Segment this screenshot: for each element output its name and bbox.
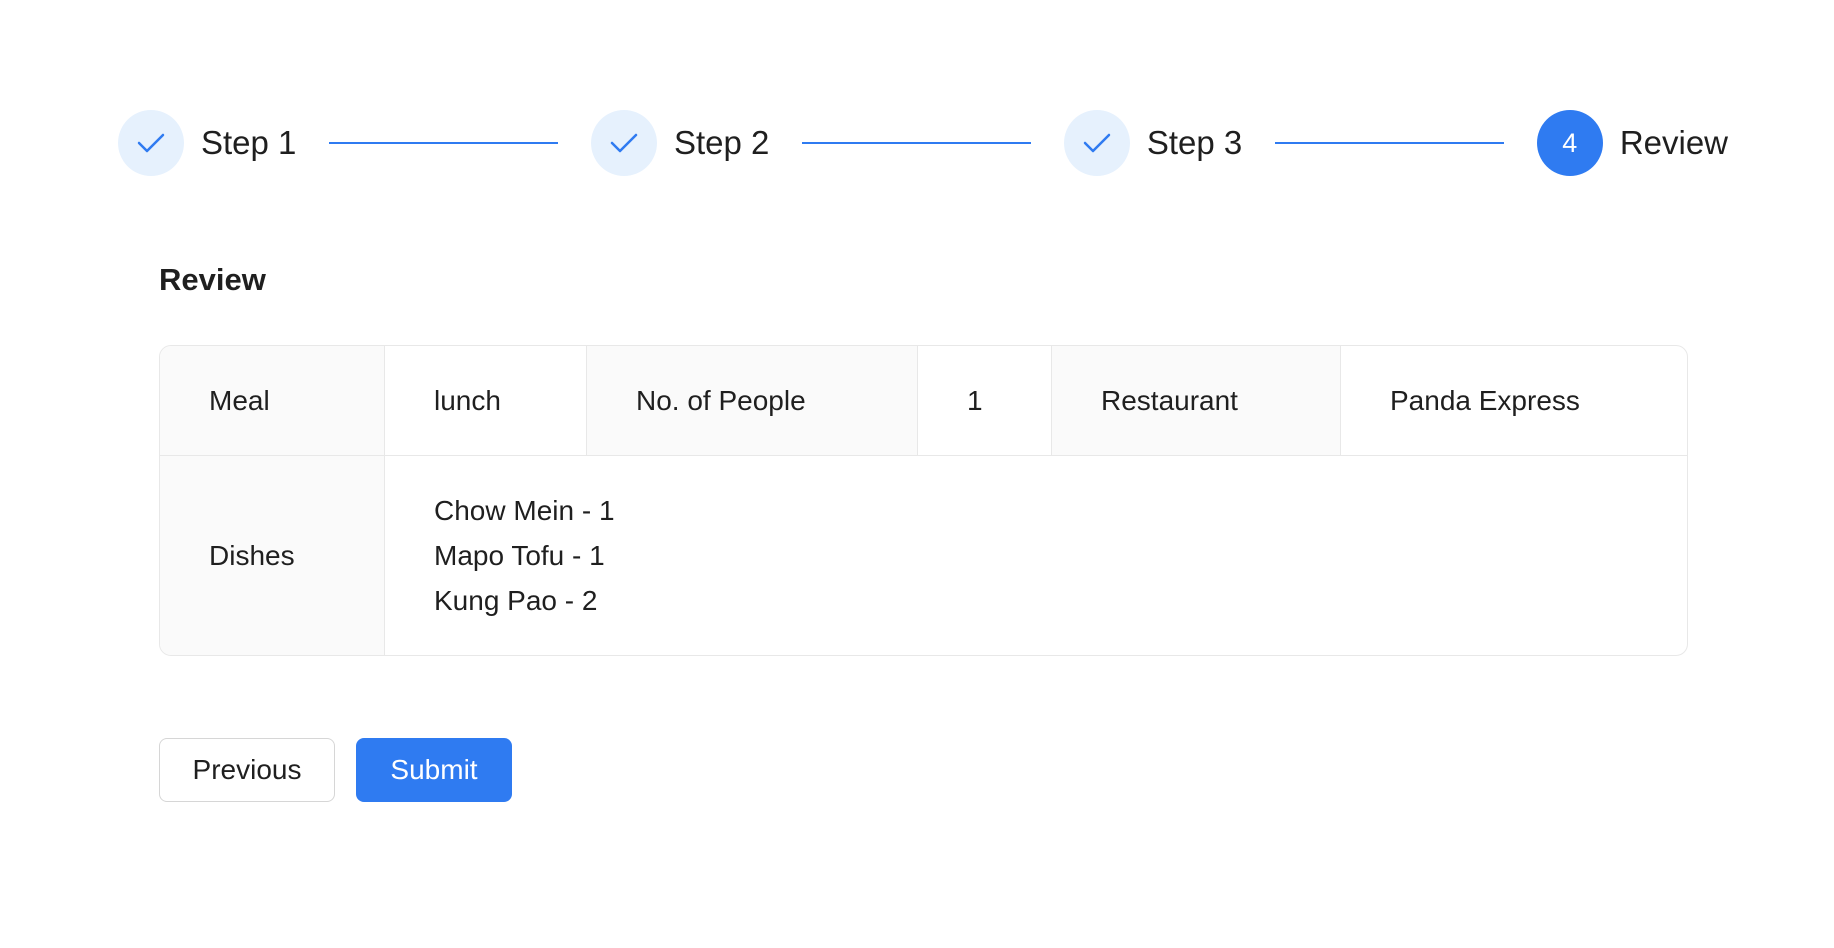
restaurant-value: Panda Express — [1390, 384, 1580, 416]
step-1: Step 1 — [118, 110, 296, 176]
steps-bar: Step 1 Step 2 Step 3 4 Review — [118, 110, 1728, 176]
check-icon — [137, 133, 165, 153]
review-row-dishes: Dishes Chow Mein - 1 Mapo Tofu - 1 Kung … — [160, 456, 1687, 655]
review-row-summary: Meal lunch No. of People 1 Restaurant Pa… — [160, 346, 1687, 456]
meal-label: Meal — [160, 346, 385, 455]
step-review-label: Review — [1619, 124, 1729, 161]
step-review: 4 Review — [1536, 110, 1729, 176]
dishes-value: Chow Mein - 1 Mapo Tofu - 1 Kung Pao - 2 — [385, 456, 1687, 655]
step-connector — [1275, 142, 1504, 144]
dish-item: Kung Pao - 2 — [434, 585, 598, 616]
submit-button[interactable]: Submit — [356, 738, 512, 802]
review-table: Meal lunch No. of People 1 Restaurant Pa… — [159, 345, 1688, 656]
step-2-circle — [590, 110, 657, 176]
check-icon — [610, 133, 638, 153]
page-title: Review — [159, 262, 266, 297]
people-label: No. of People — [587, 346, 918, 455]
step-1-label: Step 1 — [201, 124, 297, 161]
restaurant-label: Restaurant — [1052, 346, 1341, 455]
dish-item: Mapo Tofu - 1 — [434, 540, 605, 571]
step-2: Step 2 — [590, 110, 770, 176]
step-3: Step 3 — [1063, 110, 1243, 176]
meal-value: lunch — [385, 346, 587, 455]
check-icon — [1083, 133, 1111, 153]
dishes-list: Chow Mein - 1 Mapo Tofu - 1 Kung Pao - 2 — [434, 488, 615, 623]
dish-item: Chow Mein - 1 — [434, 495, 615, 526]
step-3-label: Step 3 — [1146, 124, 1243, 161]
step-connector — [329, 142, 558, 144]
step-3-circle — [1063, 110, 1130, 176]
step-2-label: Step 2 — [673, 124, 770, 161]
dishes-label: Dishes — [160, 456, 385, 655]
previous-button[interactable]: Previous — [159, 738, 335, 802]
step-connector — [802, 142, 1031, 144]
step-1-circle — [118, 110, 184, 176]
people-value: 1 — [918, 346, 1052, 455]
step-4-number: 4 — [1536, 110, 1603, 176]
